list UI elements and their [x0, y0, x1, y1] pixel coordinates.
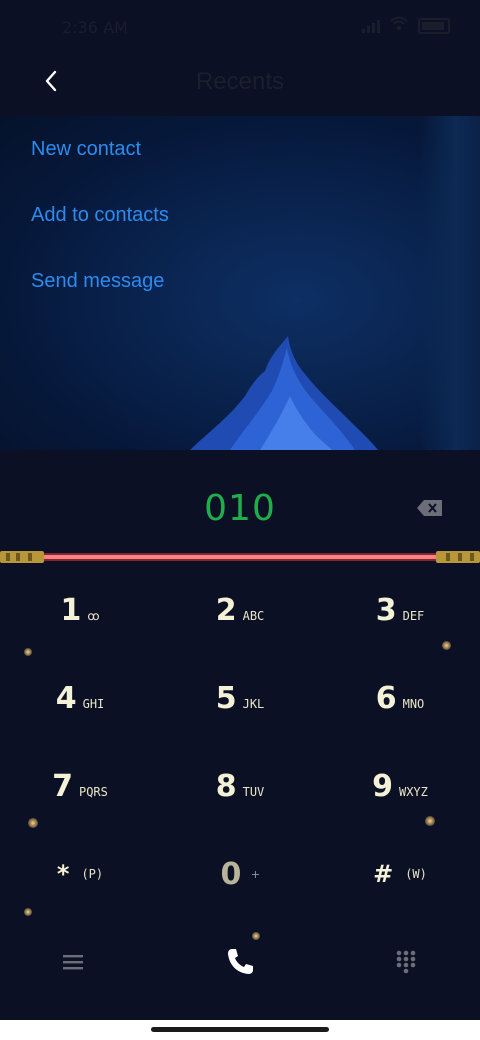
key-digit: 5 — [215, 680, 237, 716]
dialed-number: 010 — [204, 488, 276, 529]
key-letters: (P) — [81, 867, 104, 881]
menu-icon — [63, 955, 83, 970]
key-letters: MNO — [402, 697, 425, 711]
new-contact-link[interactable]: New contact — [31, 138, 141, 161]
signal-icon — [362, 19, 380, 33]
key-2[interactable]: 2 ABC — [160, 566, 320, 654]
backspace-icon — [417, 500, 442, 516]
key-digit: 3 — [375, 592, 397, 628]
key-star[interactable]: * (P) — [0, 830, 160, 918]
key-5[interactable]: 5 JKL — [160, 654, 320, 742]
key-digit: 2 — [215, 592, 237, 628]
send-message-link[interactable]: Send message — [31, 270, 164, 293]
key-letters: PQRS — [78, 785, 108, 799]
lightsaber-divider — [0, 551, 480, 563]
menu-button[interactable] — [53, 942, 93, 982]
key-9[interactable]: 9 WXYZ — [320, 742, 480, 830]
key-digit: * — [56, 860, 70, 888]
key-letters: JKL — [242, 697, 265, 711]
add-to-contacts-link[interactable]: Add to contacts — [31, 204, 169, 227]
status-bar: 2:36 AM — [0, 0, 480, 56]
key-1[interactable]: 1 ꝏ — [0, 566, 160, 654]
banner-glow — [420, 116, 480, 450]
key-letters: DEF — [402, 609, 425, 623]
call-button[interactable] — [220, 942, 260, 982]
key-3[interactable]: 3 DEF — [320, 566, 480, 654]
key-letters: + — [251, 866, 260, 882]
dialpad-icon — [396, 950, 416, 974]
key-0[interactable]: 0 + — [160, 830, 320, 918]
voicemail-icon: ꝏ — [87, 609, 100, 623]
key-letters: (W) — [405, 867, 427, 881]
page-title: Recents — [195, 68, 285, 95]
key-4[interactable]: 4 GHI — [0, 654, 160, 742]
key-digit: 6 — [375, 680, 397, 716]
key-8[interactable]: 8 TUV — [160, 742, 320, 830]
fur-illustration — [190, 336, 378, 450]
key-digit: 9 — [372, 768, 393, 804]
key-digit: 1 — [60, 592, 82, 628]
key-7[interactable]: 7 PQRS — [0, 742, 160, 830]
key-digit: 7 — [52, 768, 73, 804]
key-digit: 4 — [55, 680, 77, 716]
key-letters: WXYZ — [398, 785, 428, 799]
status-time: 2:36 AM — [62, 18, 128, 37]
key-digit: # — [373, 860, 394, 888]
status-icons — [362, 16, 450, 35]
call-icon — [228, 949, 253, 974]
dialpad: 1 ꝏ 2 ABC 3 DEF 4 GHI 5 JKL 6 MNO 7 PQRS… — [0, 566, 480, 940]
backspace-button[interactable] — [416, 499, 444, 517]
dialpad-button[interactable] — [386, 942, 426, 982]
system-nav-bar — [0, 1020, 480, 1040]
header: Recents — [0, 56, 480, 116]
key-digit: 0 — [220, 856, 242, 892]
key-6[interactable]: 6 MNO — [320, 654, 480, 742]
number-display: 010 — [0, 450, 480, 550]
dialer-screen: 2:36 AM Recents New contact Add to conta… — [0, 0, 480, 1040]
key-letters: ABC — [242, 609, 265, 623]
home-indicator[interactable] — [151, 1027, 329, 1032]
key-hash[interactable]: # (W) — [320, 830, 480, 918]
key-letters: GHI — [82, 697, 105, 711]
key-digit: 8 — [215, 768, 237, 804]
wallpaper-banner: New contact Add to contacts Send message — [0, 116, 480, 450]
bottom-bar — [0, 930, 480, 1020]
battery-icon — [418, 17, 450, 34]
key-letters: TUV — [242, 785, 265, 799]
wifi-icon — [390, 16, 408, 35]
